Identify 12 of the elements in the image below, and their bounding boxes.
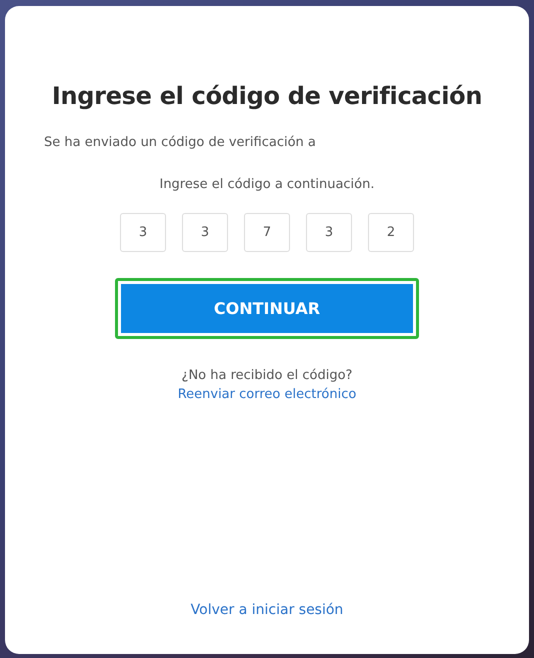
code-digit-field[interactable]: 3 [306,213,352,252]
instruction-text: Ingrese el código a continuación. [159,177,374,192]
back-to-login-link[interactable]: Volver a iniciar sesión [190,602,344,618]
code-digit-field[interactable]: 2 [368,213,414,252]
continue-button[interactable]: CONTINUAR [115,278,419,339]
dialog-title: Ingrese el código de verificación [52,82,482,110]
resend-message: ¿No ha recibido el código? [182,368,352,383]
sent-message: Se ha enviado un código de verificación a [43,135,316,150]
code-digit-field[interactable]: 3 [182,213,228,252]
code-digit-field[interactable]: 7 [244,213,290,252]
resend-link[interactable]: Reenviar correo electrónico [178,387,356,402]
code-digit-field[interactable]: 3 [120,213,166,252]
